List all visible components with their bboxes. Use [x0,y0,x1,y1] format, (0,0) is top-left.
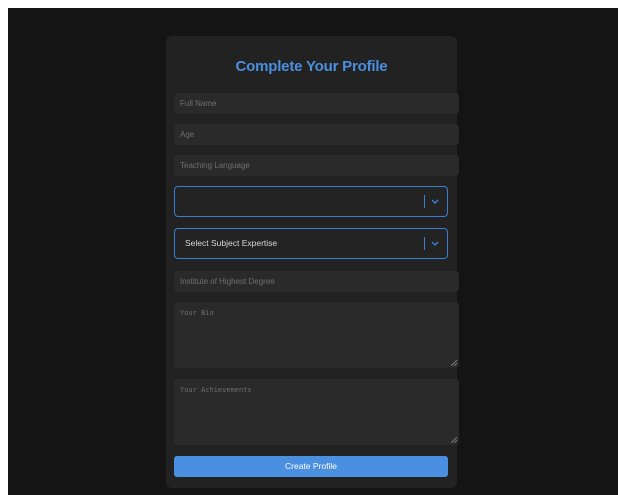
first-select-dropdown[interactable] [174,186,448,217]
teaching-language-input[interactable]: Teaching Language [174,155,459,176]
subject-expertise-select[interactable]: Select Subject Expertise [174,228,448,259]
chevron-down-icon[interactable] [429,195,441,208]
full-name-input[interactable]: Full Name [174,93,459,114]
form-title: Complete Your Profile [235,58,388,75]
institute-input[interactable]: Institute of Highest Degree [174,271,459,292]
resize-grip-icon[interactable] [451,437,457,443]
bio-textarea[interactable]: Your Bio [174,302,459,368]
achievements-placeholder: Your Achievements [180,386,252,394]
subject-select-value: Select Subject Expertise [185,238,278,248]
resize-grip-icon[interactable] [451,360,457,366]
bio-placeholder: Your Bio [180,309,214,317]
age-input[interactable]: Age [174,124,459,145]
select-separator [424,237,425,250]
profile-form-card: Complete Your Profile Full Name Age Teac… [166,36,459,488]
create-profile-button[interactable]: Create Profile [174,456,448,477]
chevron-down-icon[interactable] [429,237,441,250]
select-separator [424,195,425,208]
achievements-textarea[interactable]: Your Achievements [174,379,459,445]
